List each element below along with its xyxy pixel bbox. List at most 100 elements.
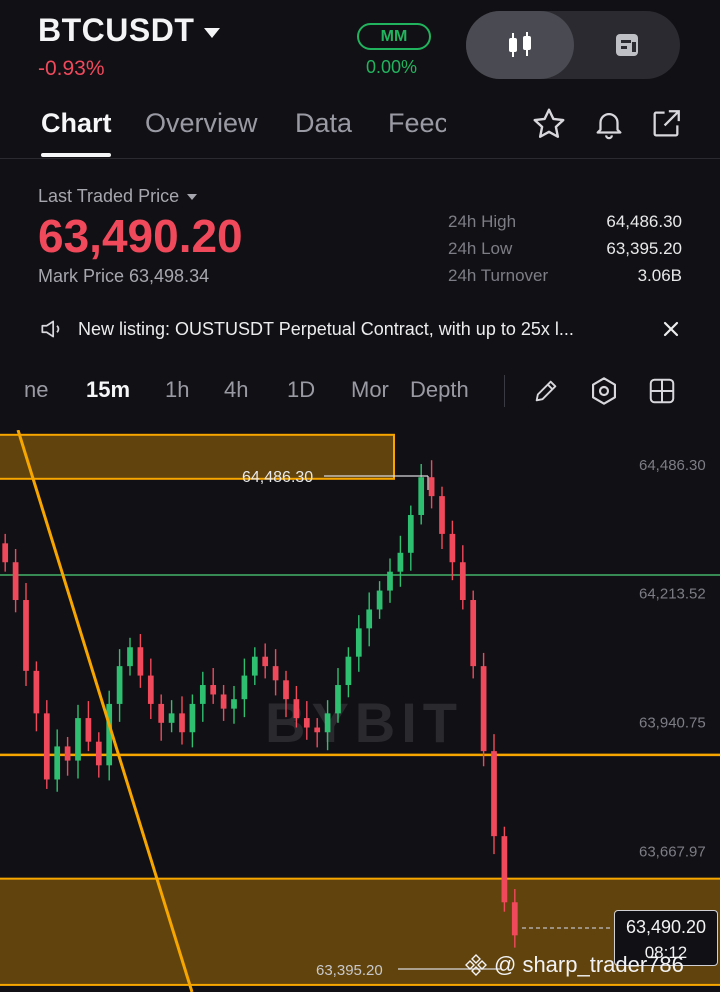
candle-body xyxy=(283,680,289,700)
indicator-settings-button[interactable] xyxy=(586,373,622,409)
diamond-logo-icon xyxy=(465,954,487,976)
star-icon xyxy=(533,108,565,138)
stat-value-24h-turnover: 3.06B xyxy=(637,266,682,285)
share-button[interactable] xyxy=(646,104,686,144)
timeframe-1d[interactable]: 1D xyxy=(287,377,315,403)
grid-icon xyxy=(649,378,675,404)
candle-body xyxy=(158,703,165,723)
candlestick-icon xyxy=(509,32,531,57)
candle-body xyxy=(335,685,341,714)
candle-body xyxy=(345,656,352,686)
candle-body xyxy=(262,656,269,667)
mark-price: Mark Price 63,498.34 xyxy=(38,266,210,286)
tab-chart[interactable]: Chart xyxy=(41,108,112,139)
tab-data[interactable]: Data xyxy=(295,108,352,139)
candle-body xyxy=(137,647,144,676)
candle-body xyxy=(439,496,445,534)
layout-button[interactable] xyxy=(644,373,680,409)
candle-body xyxy=(210,685,217,695)
candle-body xyxy=(418,477,425,516)
speaker-icon xyxy=(41,320,60,338)
candle-body xyxy=(397,552,404,572)
symbol-name: BTCUSDT xyxy=(38,12,195,48)
timeframe-4h[interactable]: 4h xyxy=(224,377,248,403)
tabs-divider xyxy=(0,158,720,159)
candle-body xyxy=(272,666,279,681)
candle-body xyxy=(231,699,237,709)
book-icon xyxy=(616,34,638,56)
tab-feed[interactable]: Feec xyxy=(388,108,446,139)
candle-body xyxy=(54,746,61,780)
candle-body xyxy=(147,675,154,704)
candle-body xyxy=(387,571,393,591)
candle-body xyxy=(355,628,362,657)
drawing-tool-button[interactable] xyxy=(528,373,564,409)
candle-body xyxy=(220,694,227,709)
candle-body xyxy=(85,718,92,742)
current-price-value: 63,490.20 xyxy=(625,917,707,937)
active-tab-indicator xyxy=(41,153,111,157)
depth-button[interactable]: Depth xyxy=(410,377,469,403)
candle-body xyxy=(75,718,81,761)
resistance-zone xyxy=(0,433,395,480)
price-alert-button[interactable] xyxy=(589,104,629,144)
price-chart[interactable]: BYBIT 64,486.3064,213.5263,940.7563,667.… xyxy=(0,430,720,992)
candle-body xyxy=(324,713,331,733)
close-announcement-button[interactable] xyxy=(660,318,682,340)
high-price-label: 64,486.30 xyxy=(242,469,313,486)
candle-body xyxy=(199,685,206,704)
timeframe-time[interactable]: ne xyxy=(24,377,48,403)
share-icon xyxy=(653,110,680,137)
candle-body xyxy=(95,741,102,766)
announcement-text: New listing: OUSTUSDT Perpetual Contract… xyxy=(78,318,574,339)
y-axis-tick-label: 63,667.97 xyxy=(639,843,706,860)
view-toggle[interactable] xyxy=(466,11,680,79)
pencil-icon xyxy=(535,380,557,402)
last-traded-price: 63,490.20 xyxy=(38,210,243,262)
candle-body xyxy=(116,666,123,704)
favorite-button[interactable] xyxy=(529,104,569,144)
mm-value: 0.00% xyxy=(366,57,418,77)
caret-down-icon xyxy=(187,193,198,200)
announcement-bar[interactable]: New listing: OUSTUSDT Perpetual Contract… xyxy=(38,314,688,344)
candle-body xyxy=(168,713,175,723)
toolbar-divider xyxy=(504,375,505,407)
hexagon-settings-icon xyxy=(592,377,616,405)
credit-watermark: @ sharp_trader786 xyxy=(464,952,684,978)
candle-body xyxy=(449,533,456,563)
candle-body xyxy=(43,713,50,780)
candle-body xyxy=(241,675,248,700)
tab-overview[interactable]: Overview xyxy=(145,108,258,139)
symbol-selector[interactable]: BTCUSDT xyxy=(38,12,221,49)
candle-body xyxy=(189,703,196,733)
candle-body xyxy=(127,647,133,667)
candle-body xyxy=(314,727,321,733)
candle-body xyxy=(293,699,300,719)
last-traded-price-selector[interactable]: Last Traded Price xyxy=(38,186,198,207)
timeframe-1h[interactable]: 1h xyxy=(165,377,189,403)
y-axis-tick-label: 64,213.52 xyxy=(639,586,706,603)
bell-icon xyxy=(596,113,622,140)
candle-body xyxy=(376,590,383,610)
candlestick-view-button[interactable] xyxy=(466,11,574,79)
candle-body xyxy=(407,515,414,553)
candle-body xyxy=(12,562,19,601)
candle-body xyxy=(491,751,497,837)
mm-badge[interactable]: MM xyxy=(357,23,431,50)
candle-body xyxy=(501,836,508,903)
timeframe-15m[interactable]: 15m xyxy=(86,377,130,403)
candle-body xyxy=(23,600,29,671)
stat-value-24h-high: 64,486.30 xyxy=(606,212,682,231)
stat-value-24h-low: 63,395.20 xyxy=(606,239,682,258)
candle-body xyxy=(511,902,518,936)
low-price-label: 63,395.20 xyxy=(316,962,383,979)
stat-label-24h-low: 24h Low xyxy=(448,239,513,258)
candle-body xyxy=(303,718,310,728)
candle-body xyxy=(251,656,258,676)
ltp-label: Last Traded Price xyxy=(38,186,180,206)
timeframe-more[interactable]: Mor xyxy=(351,377,389,403)
candle-body xyxy=(459,562,466,601)
caret-down-icon xyxy=(204,27,221,38)
order-book-view-button[interactable] xyxy=(574,11,680,79)
candle-body xyxy=(64,746,71,761)
